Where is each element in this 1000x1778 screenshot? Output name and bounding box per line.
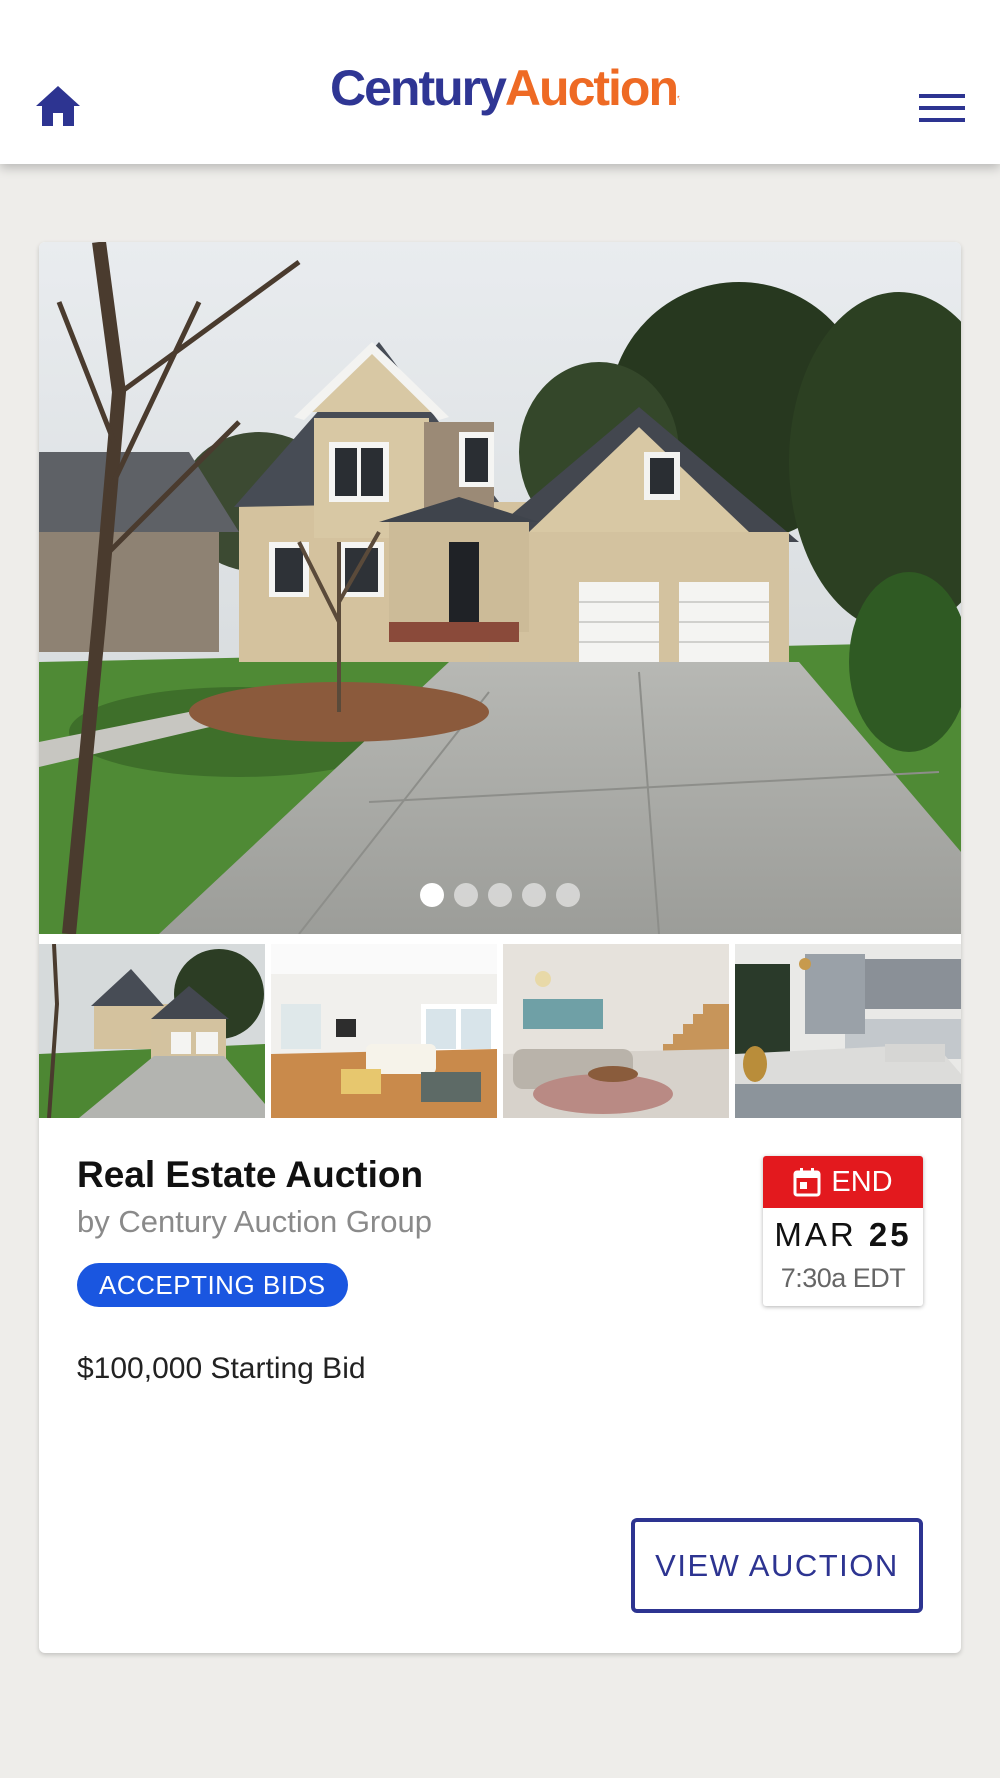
view-auction-button[interactable]: VIEW AUCTION <box>631 1518 923 1613</box>
auction-title[interactable]: Real Estate Auction <box>77 1154 423 1196</box>
end-date: MAR 25 <box>763 1216 923 1254</box>
century-auction-logo[interactable]: Century Auction <box>330 56 680 140</box>
end-month: MAR <box>774 1216 857 1253</box>
end-day: 25 <box>868 1216 912 1253</box>
calendar-icon <box>793 1168 821 1197</box>
end-label: END <box>831 1165 893 1198</box>
carousel-dot[interactable] <box>556 883 580 907</box>
carousel-dot[interactable] <box>420 883 444 907</box>
carousel-dot[interactable] <box>488 883 512 907</box>
thumbnail-strip <box>39 944 961 1118</box>
logo-century-text: Century <box>330 60 507 116</box>
thumbnail-image <box>503 944 729 1118</box>
auction-byline: by Century Auction Group <box>77 1204 432 1239</box>
thumbnail-image <box>735 944 961 1118</box>
top-app-bar: Century Auction <box>0 0 1000 164</box>
logo-auction-text: Auction <box>504 60 679 116</box>
end-date-header: END <box>763 1156 923 1208</box>
menu-button[interactable] <box>912 84 972 132</box>
home-icon <box>36 86 80 126</box>
thumbnail-image <box>39 944 265 1118</box>
thumbnail-lounge-staircase[interactable] <box>503 944 729 1118</box>
thumbnail-living-room[interactable] <box>271 944 497 1118</box>
gavel-icon <box>677 95 680 101</box>
starting-bid-text: $100,000 Starting Bid <box>77 1352 366 1385</box>
hamburger-menu-icon <box>919 94 965 122</box>
carousel-dot[interactable] <box>454 883 478 907</box>
auction-card: Real Estate Auction by Century Auction G… <box>39 242 961 1653</box>
home-button[interactable] <box>30 80 86 132</box>
thumbnail-kitchen[interactable] <box>735 944 961 1118</box>
thumbnail-image <box>271 944 497 1118</box>
thumbnail-house-exterior[interactable] <box>39 944 265 1118</box>
end-time: 7:30a EDT <box>780 1263 906 1293</box>
carousel-dots <box>39 883 961 907</box>
end-date-box: END MAR 25 7:30a EDT <box>763 1156 923 1306</box>
carousel-dot[interactable] <box>522 883 546 907</box>
status-badge: ACCEPTING BIDS <box>77 1263 348 1307</box>
hero-image-carousel[interactable] <box>39 242 961 934</box>
house-exterior-photo <box>39 242 961 934</box>
